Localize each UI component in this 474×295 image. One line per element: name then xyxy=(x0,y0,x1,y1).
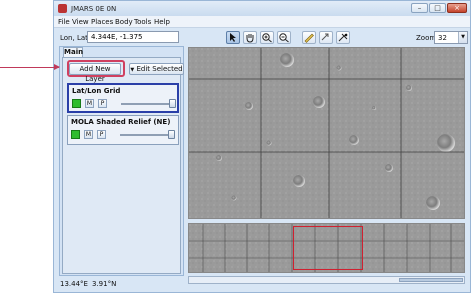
horizontal-scrollbar[interactable] xyxy=(188,276,465,284)
lonlat-field[interactable] xyxy=(87,31,179,43)
app-icon xyxy=(58,4,67,13)
menu-file[interactable]: File xyxy=(58,18,70,26)
ruler-icon xyxy=(304,33,314,43)
tab-main[interactable]: Main xyxy=(63,47,83,57)
layer-visible-toggle[interactable] xyxy=(71,130,80,139)
callout-arrow-head xyxy=(54,64,60,70)
status-lat: 3.91°N xyxy=(92,280,117,288)
menu-bar: File View Places Body Tools Help xyxy=(54,16,470,28)
maximize-button[interactable]: □ xyxy=(429,3,446,13)
opacity-slider-track[interactable] xyxy=(120,134,172,136)
menu-places[interactable]: Places xyxy=(91,18,113,26)
status-bar: 13.44°E 3.91°N xyxy=(54,277,184,291)
layer-name: Lat/Lon Grid xyxy=(72,87,121,95)
layer-panner-toggle[interactable]: P xyxy=(97,130,106,139)
export-tool-button[interactable] xyxy=(319,31,333,44)
dropdown-arrow-icon: ▼ xyxy=(130,67,135,73)
chevron-down-icon: ▼ xyxy=(458,32,467,43)
window-title: JMARS 0E 0N xyxy=(71,5,117,13)
layer-panner-toggle[interactable]: P xyxy=(98,99,107,108)
opacity-slider-track[interactable] xyxy=(121,103,173,105)
layer-main-toggle[interactable]: M xyxy=(85,99,94,108)
zoom-select[interactable]: 32 ▼ xyxy=(434,31,468,44)
pan-tool-button[interactable] xyxy=(243,31,257,44)
panner-viewport-box[interactable] xyxy=(293,226,363,270)
measure-tool-button[interactable] xyxy=(302,31,316,44)
layer-visible-toggle[interactable] xyxy=(72,99,81,108)
pointer-arrow-icon xyxy=(230,33,236,42)
menu-help[interactable]: Help xyxy=(154,18,170,26)
layer-main-toggle[interactable]: M xyxy=(84,130,93,139)
mars-terrain-image xyxy=(189,48,464,218)
opacity-slider-knob[interactable] xyxy=(169,99,176,108)
select-tool-button[interactable] xyxy=(226,31,240,44)
panner-map-view[interactable] xyxy=(188,223,465,273)
layer-name: MOLA Shaded Relief (NE) xyxy=(71,118,171,126)
zoom-value: 32 xyxy=(438,34,447,42)
layer-row-latlon-grid[interactable]: Lat/Lon Grid M P xyxy=(67,83,179,113)
minimize-button[interactable]: – xyxy=(411,3,428,13)
zoom-out-button[interactable] xyxy=(277,31,291,44)
layer-manager-panel: Main Add New Layer ▼ Edit Selected Lat/L… xyxy=(59,46,184,276)
hand-icon xyxy=(246,34,254,43)
layer-row-mola-shaded-relief[interactable]: MOLA Shaded Relief (NE) M P xyxy=(67,115,179,145)
main-map-view[interactable] xyxy=(188,47,465,219)
scrollbar-thumb[interactable] xyxy=(399,278,463,282)
zoom-out-icon xyxy=(279,33,289,43)
title-bar: JMARS 0E 0N – □ × xyxy=(54,1,470,16)
investigate-tool-button[interactable] xyxy=(336,31,350,44)
status-lon: 13.44°E xyxy=(60,280,88,288)
edit-selected-button[interactable]: ▼ Edit Selected xyxy=(129,63,184,75)
lonlat-label: Lon, Lat xyxy=(60,34,88,42)
menu-view[interactable]: View xyxy=(72,18,89,26)
opacity-slider-knob[interactable] xyxy=(168,130,175,139)
zoom-in-icon xyxy=(262,33,272,43)
layer-list-area: Add New Layer ▼ Edit Selected Lat/Lon Gr… xyxy=(62,57,184,274)
add-new-layer-button[interactable]: Add New Layer xyxy=(69,63,121,83)
edit-selected-label: Edit Selected xyxy=(136,65,183,73)
zoom-in-button[interactable] xyxy=(260,31,274,44)
menu-body[interactable]: Body xyxy=(115,18,133,26)
menu-tools[interactable]: Tools xyxy=(134,18,151,26)
investigate-icon xyxy=(338,33,348,42)
export-icon xyxy=(321,33,329,41)
callout-arrow-line xyxy=(0,67,59,68)
close-button[interactable]: × xyxy=(447,3,467,13)
jmars-window: JMARS 0E 0N – □ × File View Places Body … xyxy=(53,0,471,293)
